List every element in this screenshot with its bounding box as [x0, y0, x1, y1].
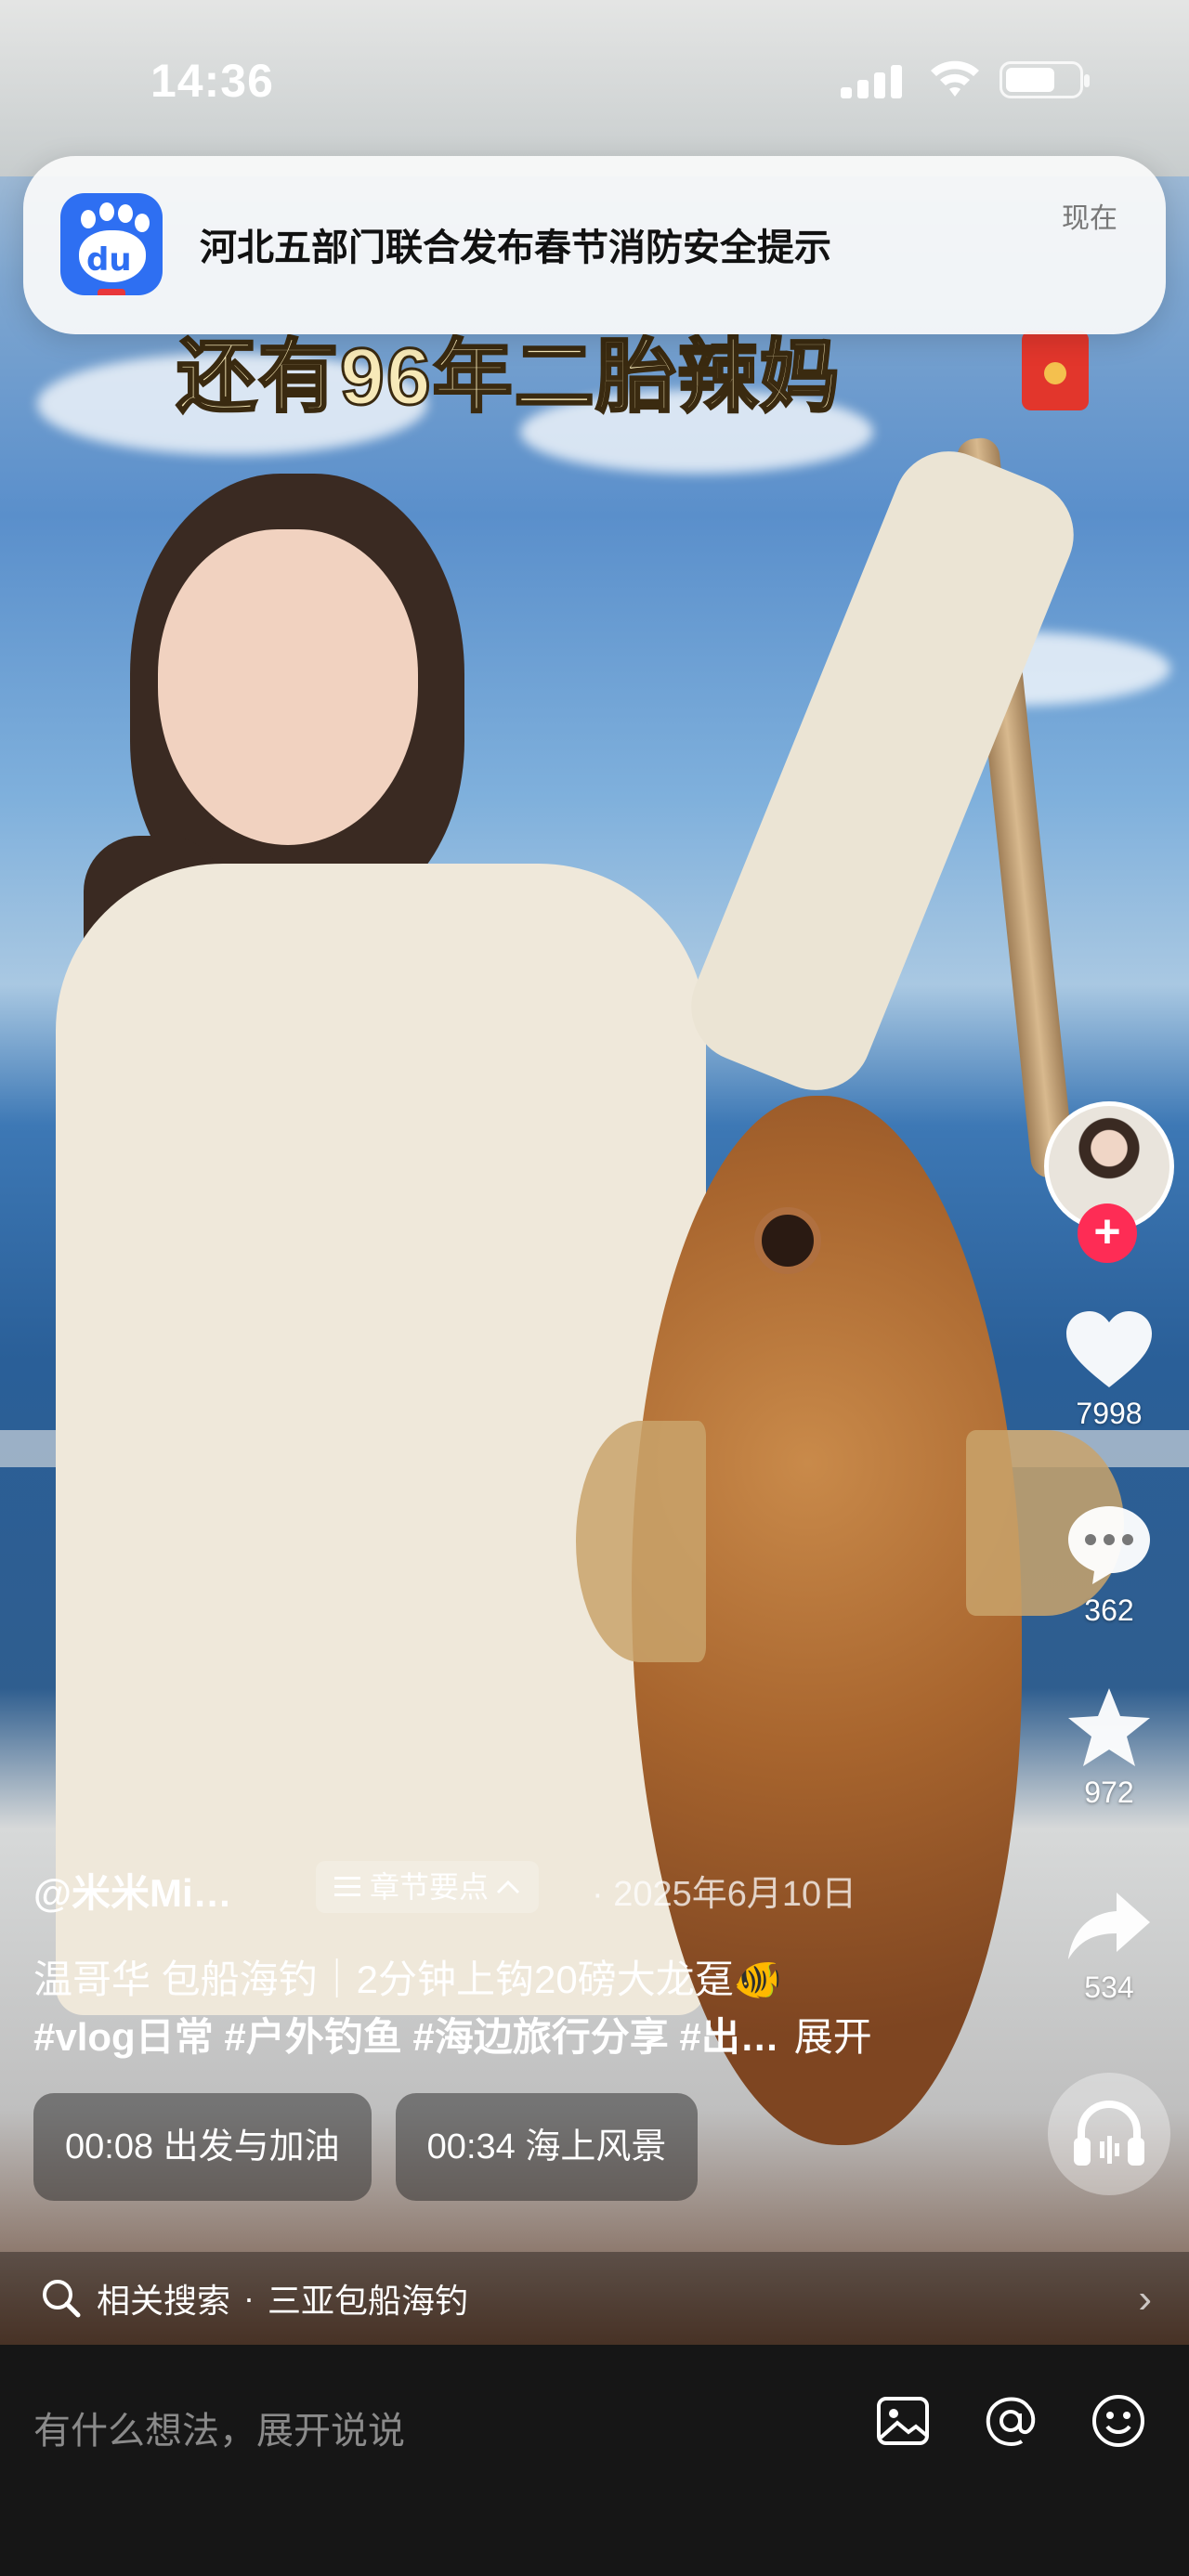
chapter-list: 00:08 出发与加油 00:34 海上风景 — [33, 2093, 699, 2201]
favorite-button[interactable]: 972 — [1044, 1686, 1174, 1810]
share-arrow-icon — [1068, 1893, 1150, 1959]
expand-caption-button[interactable]: 展开 — [794, 2015, 872, 2059]
comment-bubble-icon — [1068, 1506, 1150, 1584]
like-button[interactable]: 7998 — [1044, 1309, 1174, 1431]
share-button[interactable]: 534 — [1044, 1889, 1174, 2005]
chapter-title: 出发与加油 — [163, 2127, 340, 2166]
person-face — [158, 529, 418, 845]
hashtag-list[interactable]: #vlog日常 #户外钓鱼 #海边旅行分享 #出… — [33, 2015, 779, 2059]
list-icon — [334, 1877, 360, 1896]
baidu-logo-text: du — [86, 241, 132, 279]
cellular-signal-icon — [841, 65, 906, 98]
star-icon — [1068, 1688, 1150, 1766]
fish-fin — [576, 1421, 706, 1662]
headphones-icon — [1074, 2100, 1144, 2166]
chapter-item[interactable]: 00:34 海上风景 — [395, 2093, 699, 2201]
chapter-time: 00:34 — [426, 2127, 516, 2166]
battery-icon — [1000, 61, 1090, 98]
chapter-item[interactable]: 00:08 出发与加油 — [33, 2093, 372, 2201]
author-name[interactable]: @米米Mi… — [33, 1862, 232, 1919]
chapter-time: 00:08 — [65, 2127, 154, 2166]
comment-button[interactable]: 362 — [1044, 1503, 1174, 1628]
emoji-icon[interactable] — [1089, 2391, 1148, 2451]
video-description: 温哥华 包船海钓｜2分钟上钩20磅大龙趸🐠 — [33, 1958, 783, 2001]
chevron-right-icon: › — [1138, 2276, 1152, 2322]
related-search-separator: · — [243, 2279, 255, 2317]
baidu-app-icon: du — [60, 193, 163, 295]
chapter-title: 海上风景 — [525, 2127, 667, 2166]
chapter-chip-label: 章节要点 — [370, 1870, 490, 1904]
notification-message: 河北五部门联合发布春节消防安全提示 — [200, 228, 831, 268]
chapter-highlights-button[interactable]: 章节要点 — [316, 1861, 540, 1913]
red-packet-icon[interactable] — [1022, 331, 1089, 410]
hashtags: #vlog日常 #户外钓鱼 #海边旅行分享 #出… 展开 — [33, 2006, 872, 2062]
status-bar: 14:36 — [0, 0, 1189, 158]
chevron-up-icon — [496, 1880, 520, 1894]
publish-date: · 2025年6月10日 — [592, 1875, 857, 1914]
like-count: 7998 — [1076, 1397, 1143, 1430]
heart-icon — [1066, 1311, 1152, 1387]
favorite-count: 972 — [1084, 1776, 1134, 1809]
related-search-bar[interactable]: 相关搜索 · 三亚包船海钓 › — [0, 2252, 1189, 2345]
share-count: 534 — [1084, 1971, 1134, 2004]
push-notification[interactable]: du 河北五部门联合发布春节消防安全提示 现在 — [23, 156, 1166, 334]
comment-input-bar: 有什么想法，展开说说 — [0, 2345, 1189, 2576]
listen-mode-button[interactable] — [1048, 2073, 1170, 2195]
comment-input[interactable]: 有什么想法，展开说说 — [33, 2400, 405, 2454]
status-time: 14:36 — [150, 55, 274, 107]
search-icon — [43, 2280, 81, 2318]
related-search-label: 相关搜索 — [97, 2282, 231, 2320]
notification-time: 现在 — [1062, 203, 1117, 234]
wifi-icon — [931, 60, 979, 97]
comment-count: 362 — [1084, 1594, 1134, 1627]
image-icon[interactable] — [873, 2391, 933, 2451]
mention-at-icon[interactable] — [981, 2391, 1040, 2451]
follow-button[interactable]: + — [1078, 1203, 1137, 1263]
related-search-query: 三亚包船海钓 — [268, 2282, 469, 2320]
fish-eye — [754, 1207, 821, 1274]
